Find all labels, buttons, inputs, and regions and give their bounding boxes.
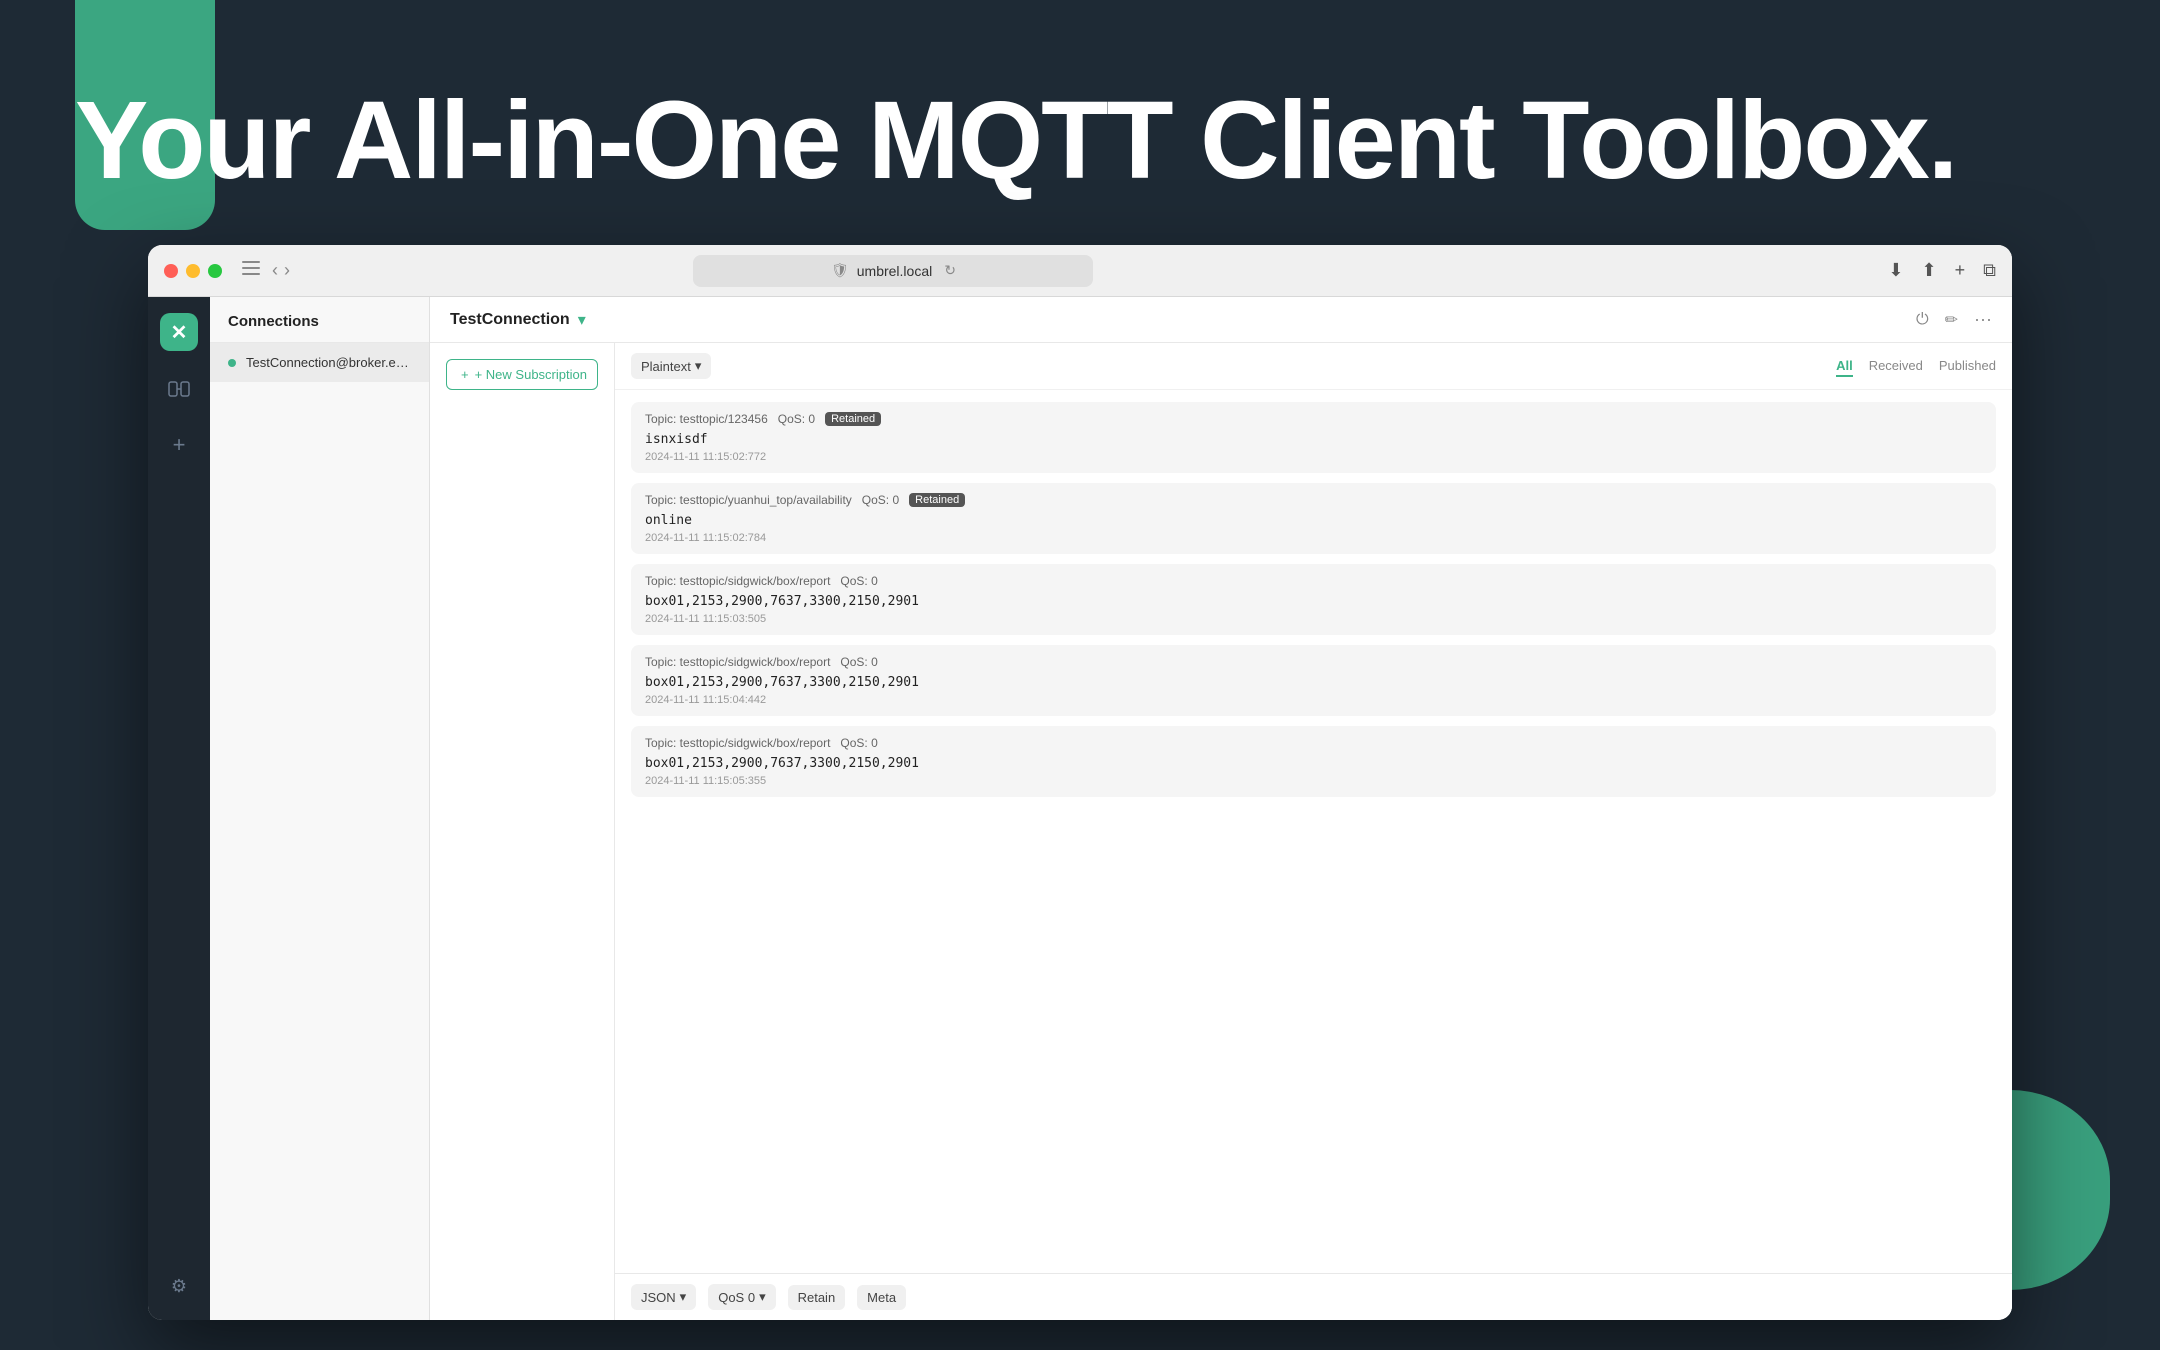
qos-label: QoS 0 bbox=[718, 1290, 755, 1305]
retained-badge: Retained bbox=[909, 493, 965, 507]
meta-label: Meta bbox=[867, 1290, 896, 1305]
connection-name: TestConnection@broker.em... bbox=[246, 355, 411, 370]
tab-received[interactable]: Received bbox=[1869, 356, 1923, 377]
message-qos: QoS: 0 bbox=[840, 655, 877, 669]
browser-nav-buttons: ‹ › bbox=[272, 260, 290, 281]
more-icon[interactable]: ··· bbox=[1974, 309, 1992, 330]
tabs-icon[interactable]: ⧉ bbox=[1983, 260, 1996, 281]
json-chevron-icon: ▾ bbox=[680, 1289, 687, 1305]
browser-window: ‹ › 🛡 umbrel.local ↻ ⬇ ⬆ + ⧉ ✕ bbox=[148, 245, 2012, 1320]
subscription-sidebar: + + New Subscription bbox=[430, 343, 615, 1320]
message-topic: Topic: testtopic/sidgwick/box/report bbox=[645, 736, 830, 750]
message-topic: Topic: testtopic/sidgwick/box/report bbox=[645, 574, 830, 588]
browser-content: ✕ + ⚙ Connections TestConnection@broke bbox=[148, 297, 2012, 1320]
back-icon[interactable]: ‹ bbox=[272, 260, 278, 281]
connection-item[interactable]: TestConnection@broker.em... bbox=[210, 343, 429, 382]
browser-address-bar[interactable]: 🛡 umbrel.local ↻ bbox=[693, 255, 1093, 287]
sidebar-item-settings[interactable]: ⚙ bbox=[161, 1268, 197, 1304]
message-card[interactable]: Topic: testtopic/123456 QoS: 0 Retained is… bbox=[631, 402, 1996, 473]
message-qos: QoS: 0 bbox=[840, 574, 877, 588]
message-card[interactable]: Topic: testtopic/sidgwick/box/report QoS… bbox=[631, 564, 1996, 635]
new-subscription-button[interactable]: + + New Subscription bbox=[446, 359, 598, 390]
message-topic: Topic: testtopic/yuanhui_top/availabilit… bbox=[645, 493, 852, 507]
tab-published[interactable]: Published bbox=[1939, 356, 1996, 377]
bottom-bar: JSON ▾ QoS 0 ▾ Retain Meta bbox=[615, 1273, 2012, 1320]
connection-topbar: TestConnection ▾ ⏻ ✏ ··· bbox=[430, 297, 2012, 343]
new-subscription-plus-icon: + bbox=[461, 367, 469, 382]
message-payload: box01,2153,2900,7637,3300,2150,2901 bbox=[645, 756, 1982, 771]
traffic-light-minimize[interactable] bbox=[186, 264, 200, 278]
format-chevron-icon: ▾ bbox=[695, 358, 702, 374]
retained-badge: Retained bbox=[825, 412, 881, 426]
message-timestamp: 2024-11-11 11:15:02:784 bbox=[645, 532, 1982, 544]
messages-area: + + New Subscription Plaintext ▾ All bbox=[430, 343, 2012, 1320]
messages-main: Plaintext ▾ All Received Published Topic… bbox=[615, 343, 2012, 1320]
connection-status-dot bbox=[228, 359, 236, 367]
add-tab-icon[interactable]: + bbox=[1955, 260, 1966, 281]
power-icon[interactable]: ⏻ bbox=[1916, 311, 1929, 329]
message-qos: QoS: 0 bbox=[778, 412, 815, 426]
sidebar-item-add[interactable]: + bbox=[161, 427, 197, 463]
connections-header: Connections bbox=[210, 297, 429, 343]
browser-toolbar-icons: ⬇ ⬆ + ⧉ bbox=[1888, 260, 1996, 281]
topbar-actions: ⏻ ✏ ··· bbox=[1916, 309, 1992, 330]
download-icon[interactable]: ⬇ bbox=[1888, 260, 1903, 281]
reload-icon[interactable]: ↻ bbox=[944, 262, 956, 279]
hero-heading: Your All-in-One MQTT Client Toolbox. bbox=[75, 80, 2085, 201]
sidebar-item-connections[interactable] bbox=[161, 371, 197, 407]
message-payload: box01,2153,2900,7637,3300,2150,2901 bbox=[645, 675, 1982, 690]
retain-selector[interactable]: Retain bbox=[788, 1285, 846, 1310]
qos-chevron-icon: ▾ bbox=[759, 1289, 766, 1305]
message-card[interactable]: Topic: testtopic/sidgwick/box/report QoS… bbox=[631, 726, 1996, 797]
message-timestamp: 2024-11-11 11:15:02:772 bbox=[645, 451, 1982, 463]
message-qos: QoS: 0 bbox=[862, 493, 899, 507]
retain-label: Retain bbox=[798, 1290, 836, 1305]
browser-titlebar: ‹ › 🛡 umbrel.local ↻ ⬇ ⬆ + ⧉ bbox=[148, 245, 2012, 297]
message-timestamp: 2024-11-11 11:15:04:442 bbox=[645, 694, 1982, 706]
connection-title: TestConnection bbox=[450, 311, 570, 329]
traffic-lights bbox=[164, 264, 222, 278]
hero-text-content: Your All-in-One MQTT Client Toolbox. bbox=[75, 79, 1956, 202]
json-label: JSON bbox=[641, 1290, 676, 1305]
message-payload: box01,2153,2900,7637,3300,2150,2901 bbox=[645, 594, 1982, 609]
filter-tabs: All Received Published bbox=[1836, 356, 1996, 377]
url-text: umbrel.local bbox=[857, 263, 932, 279]
share-icon[interactable]: ⬆ bbox=[1922, 260, 1937, 281]
filter-bar: Plaintext ▾ All Received Published bbox=[615, 343, 2012, 390]
edit-icon[interactable]: ✏ bbox=[1945, 310, 1958, 330]
json-format-selector[interactable]: JSON ▾ bbox=[631, 1284, 696, 1310]
qos-selector[interactable]: QoS 0 ▾ bbox=[708, 1284, 775, 1310]
forward-icon[interactable]: › bbox=[284, 260, 290, 281]
message-card[interactable]: Topic: testtopic/sidgwick/box/report QoS… bbox=[631, 645, 1996, 716]
meta-selector[interactable]: Meta bbox=[857, 1285, 906, 1310]
message-topic: Topic: testtopic/sidgwick/box/report bbox=[645, 655, 830, 669]
message-card[interactable]: Topic: testtopic/yuanhui_top/availabilit… bbox=[631, 483, 1996, 554]
message-payload: online bbox=[645, 513, 1982, 528]
message-payload: isnxisdf bbox=[645, 432, 1982, 447]
connection-chevron-icon[interactable]: ▾ bbox=[578, 310, 586, 330]
sidebar-toggle-icon[interactable] bbox=[242, 261, 260, 280]
format-label: Plaintext bbox=[641, 359, 691, 374]
message-qos: QoS: 0 bbox=[840, 736, 877, 750]
shield-icon: 🛡 bbox=[831, 262, 849, 279]
tab-all[interactable]: All bbox=[1836, 356, 1853, 377]
app-sidebar: ✕ + ⚙ bbox=[148, 297, 210, 1320]
traffic-light-fullscreen[interactable] bbox=[208, 264, 222, 278]
connections-panel: Connections TestConnection@broker.em... bbox=[210, 297, 430, 1320]
message-list: Topic: testtopic/123456 QoS: 0 Retained is… bbox=[615, 390, 2012, 1273]
traffic-light-close[interactable] bbox=[164, 264, 178, 278]
main-content: TestConnection ▾ ⏻ ✏ ··· + + New Subscri… bbox=[430, 297, 2012, 1320]
new-subscription-label: + New Subscription bbox=[475, 367, 587, 382]
message-timestamp: 2024-11-11 11:15:05:355 bbox=[645, 775, 1982, 787]
message-topic: Topic: testtopic/123456 bbox=[645, 412, 768, 426]
app-logo-icon: ✕ bbox=[160, 313, 198, 351]
message-timestamp: 2024-11-11 11:15:03:505 bbox=[645, 613, 1982, 625]
format-selector[interactable]: Plaintext ▾ bbox=[631, 353, 711, 379]
